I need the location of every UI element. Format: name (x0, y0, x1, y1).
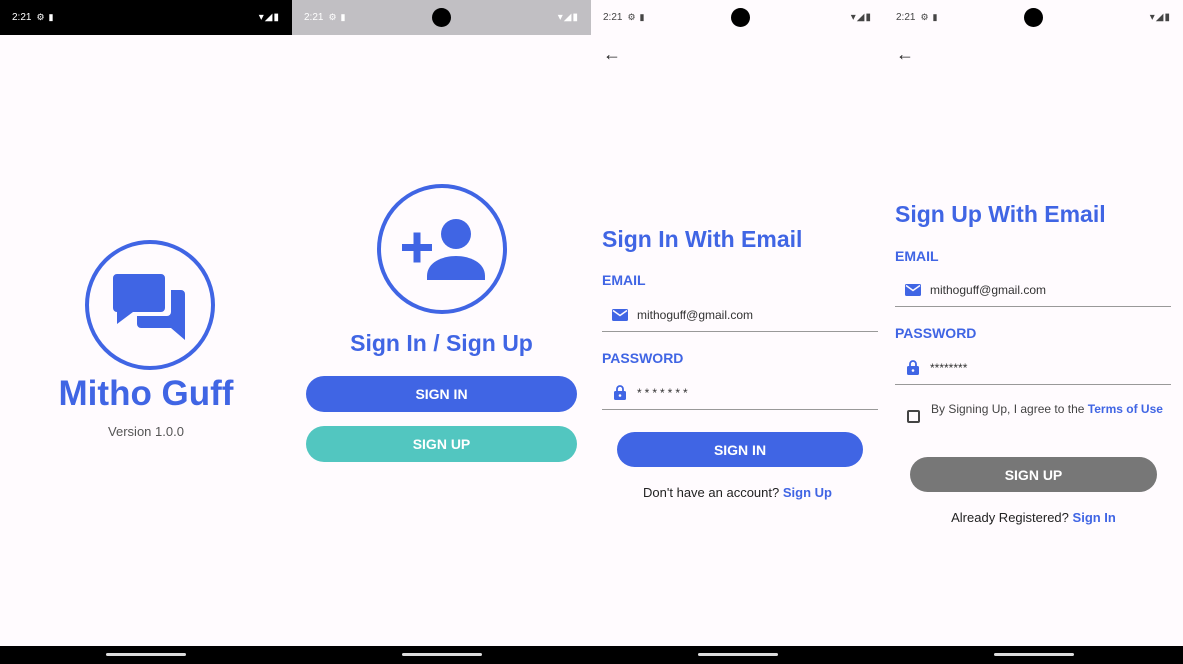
back-arrow-icon[interactable]: ← (896, 44, 914, 65)
home-gesture-pill[interactable] (697, 653, 778, 656)
add-user-icon (377, 184, 507, 314)
lock-icon (612, 385, 628, 401)
email-field[interactable]: mithoguff@gmail.com (602, 298, 878, 332)
sign-in-title: Sign In With Email (602, 226, 803, 252)
navigation-bar (0, 646, 292, 664)
wifi-signal-battery-icon: ▾◢▮ (557, 12, 579, 23)
lock-icon (905, 360, 921, 376)
wifi-signal-battery-icon: ▾◢▮ (850, 12, 872, 23)
sign-up-prompt-text: Don't have an account? (643, 485, 780, 500)
splash-screen: 2:21 ⚙ ▮ ▾◢▮ Mitho Guff Version 1.0.0 (0, 0, 292, 664)
password-field[interactable]: ******** (895, 351, 1171, 385)
status-time: 2:21 (12, 12, 32, 23)
sign-in-screen: 2:21 ⚙ ▮ ▾◢▮ ← Sign In With Email EMAIL … (591, 0, 884, 664)
sign-in-link[interactable]: Sign In (1073, 510, 1116, 525)
terms-text: By Signing Up, I agree to the Terms of U… (931, 402, 1171, 417)
settings-status-icon: ⚙ (627, 12, 636, 22)
camera-cutout (1024, 8, 1043, 27)
mail-icon (612, 307, 628, 323)
status-time: 2:21 (304, 12, 324, 23)
sign-up-link[interactable]: Sign Up (783, 485, 832, 500)
back-arrow-icon[interactable]: ← (603, 44, 621, 65)
sign-in-submit-button[interactable]: SIGN IN (617, 432, 863, 467)
email-field[interactable]: mithoguff@gmail.com (895, 273, 1171, 307)
settings-status-icon: ⚙ (920, 12, 929, 22)
settings-status-icon: ⚙ (36, 12, 45, 22)
email-label: EMAIL (602, 272, 646, 288)
status-time: 2:21 (896, 12, 916, 23)
sign-up-button[interactable]: SIGN UP (306, 426, 577, 462)
status-time: 2:21 (603, 12, 623, 23)
password-value: ******* (637, 385, 691, 400)
sign-in-button[interactable]: SIGN IN (306, 376, 577, 412)
sign-up-screen: 2:21 ⚙ ▮ ▾◢▮ ← Sign Up With Email EMAIL … (884, 0, 1183, 664)
sim-status-icon: ▮ (639, 12, 645, 22)
settings-status-icon: ⚙ (328, 12, 337, 22)
wifi-signal-battery-icon: ▾◢▮ (1149, 12, 1171, 23)
navigation-bar (292, 646, 591, 664)
email-value: mithoguff@gmail.com (637, 307, 754, 322)
password-label: PASSWORD (602, 350, 684, 366)
welcome-title: Sign In / Sign Up (350, 330, 533, 356)
sign-up-submit-button[interactable]: SIGN UP (910, 457, 1157, 492)
sign-up-prompt: Don't have an account? Sign Up (591, 485, 884, 500)
sign-in-prompt: Already Registered? Sign In (884, 510, 1183, 525)
email-value: mithoguff@gmail.com (930, 282, 1047, 297)
sign-in-prompt-text: Already Registered? (951, 510, 1069, 525)
terms-checkbox[interactable] (907, 410, 920, 423)
app-version: Version 1.0.0 (108, 424, 184, 439)
password-value: ******** (930, 360, 968, 375)
terms-agreement-text: By Signing Up, I agree to the (931, 402, 1085, 416)
mail-icon (905, 282, 921, 298)
app-name: Mitho Guff (58, 374, 234, 413)
email-label: EMAIL (895, 248, 939, 264)
wifi-signal-battery-icon: ▾◢▮ (258, 12, 280, 23)
sim-status-icon: ▮ (932, 12, 938, 22)
home-gesture-pill[interactable] (401, 653, 482, 656)
sim-status-icon: ▮ (340, 12, 346, 22)
sim-status-icon: ▮ (48, 12, 54, 22)
password-field[interactable]: ******* (602, 376, 878, 410)
home-gesture-pill[interactable] (993, 653, 1074, 656)
status-bar: 2:21 ⚙ ▮ ▾◢▮ (0, 0, 292, 35)
navigation-bar (591, 646, 884, 664)
home-gesture-pill[interactable] (106, 653, 186, 656)
terms-of-use-link[interactable]: Terms of Use (1088, 402, 1163, 416)
welcome-screen: 2:21 ⚙ ▮ ▾◢▮ Sign In / Sign Up SIGN IN S… (292, 0, 591, 664)
password-label: PASSWORD (895, 325, 977, 341)
navigation-bar (884, 646, 1183, 664)
camera-cutout (731, 8, 750, 27)
sign-up-title: Sign Up With Email (895, 201, 1106, 227)
camera-cutout (432, 8, 451, 27)
chat-logo-icon (85, 240, 215, 370)
